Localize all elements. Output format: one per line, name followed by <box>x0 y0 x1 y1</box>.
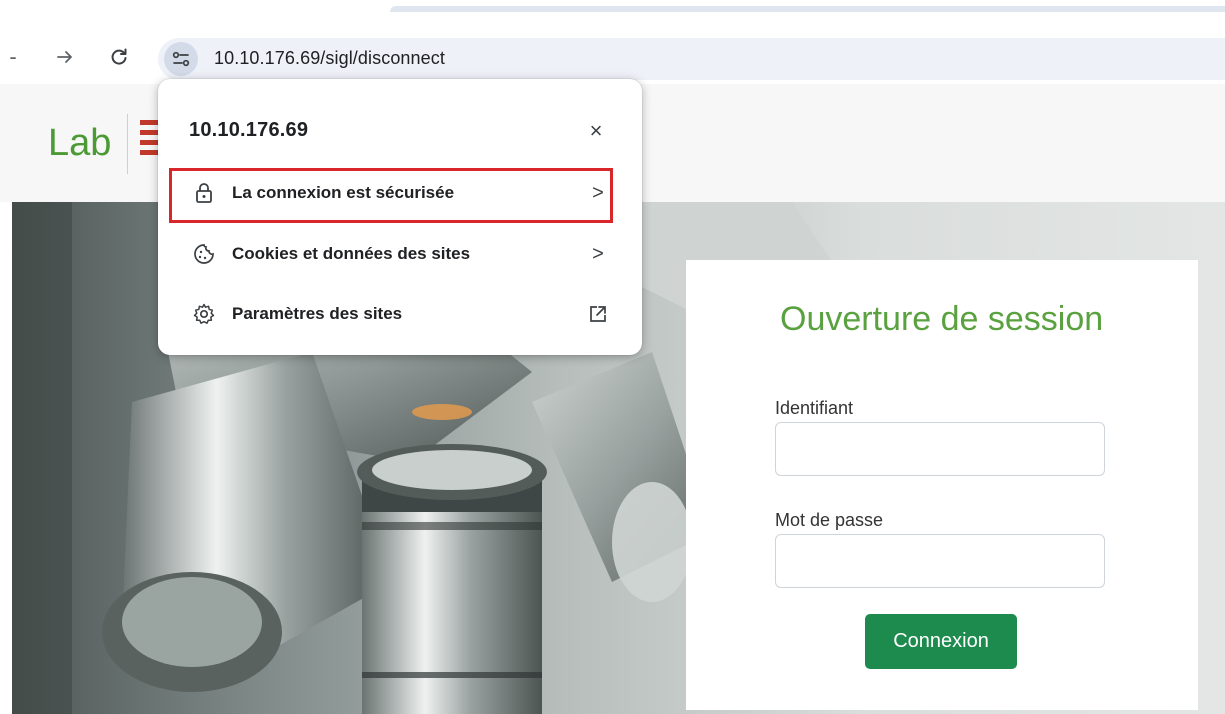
url-text[interactable]: 10.10.176.69/sigl/disconnect <box>214 48 445 69</box>
address-bar[interactable]: 10.10.176.69/sigl/disconnect <box>158 38 1225 80</box>
popup-item-site-settings[interactable]: Paramètres des sites <box>170 290 626 338</box>
gear-icon <box>193 303 215 324</box>
back-button[interactable]: - <box>0 44 26 70</box>
login-button[interactable]: Connexion <box>865 614 1017 669</box>
logo-text: Lab <box>48 122 112 164</box>
popup-close-button[interactable]: × <box>582 117 610 145</box>
tune-icon <box>172 51 190 67</box>
password-field[interactable] <box>775 534 1105 588</box>
cookie-icon <box>194 244 214 264</box>
username-label: Identifiant <box>775 398 854 418</box>
logo-divider <box>127 114 128 174</box>
login-card: Ouverture de session Identifiant Mot de … <box>686 260 1198 710</box>
popup-host: 10.10.176.69 <box>189 119 309 141</box>
password-label: Mot de passe <box>775 510 884 530</box>
chevron-right-icon: > <box>592 242 604 265</box>
login-title: Ouverture de session <box>780 300 1104 338</box>
external-link-icon <box>586 302 610 326</box>
tab-strip <box>0 0 1225 12</box>
reload-icon <box>111 48 127 65</box>
arrow-right-icon <box>57 51 72 63</box>
site-info-button[interactable] <box>164 42 198 76</box>
popup-item-label: Paramètres des sites <box>232 304 403 323</box>
popup-item-label: Cookies et données des sites <box>232 244 471 263</box>
browser-toolbar: - 10.10.176.69/sigl/disconnect <box>0 12 1225 84</box>
popup-item-cookies[interactable]: Cookies et données des sites > <box>170 230 626 278</box>
reload-button[interactable] <box>106 44 132 70</box>
close-icon: × <box>589 118 603 143</box>
back-label: - <box>9 44 17 69</box>
highlight-annotation <box>169 168 613 223</box>
logo-mark-icon <box>140 120 158 155</box>
username-field[interactable] <box>775 422 1105 476</box>
forward-button[interactable] <box>52 44 78 70</box>
